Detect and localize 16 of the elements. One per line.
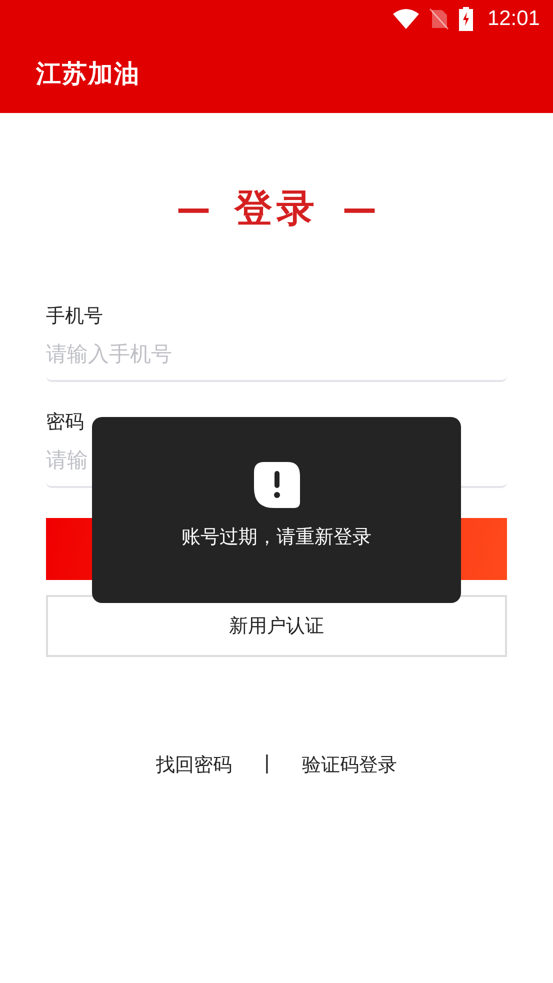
separator: | — [264, 752, 270, 776]
field-label: 手机号 — [46, 304, 103, 329]
link[interactable]: 找回密码 — [156, 752, 232, 778]
dash-mark: — — [176, 188, 210, 228]
wifi-icon — [393, 9, 420, 29]
battery-charging-icon — [459, 7, 474, 31]
status-time: 12:01 — [487, 7, 540, 31]
field-label: 密码 — [46, 410, 84, 435]
alert-icon — [254, 462, 300, 508]
register-button[interactable]: 新用户认证 — [46, 595, 507, 657]
dash-mark: — — [342, 188, 376, 228]
toast-message: 账号过期，请重新登录 — [182, 525, 372, 550]
no-sim-icon — [429, 8, 450, 30]
page-title: 登录 — [234, 185, 318, 232]
app-title: 江苏加油 — [34, 58, 140, 90]
link[interactable]: 验证码登录 — [302, 752, 398, 778]
